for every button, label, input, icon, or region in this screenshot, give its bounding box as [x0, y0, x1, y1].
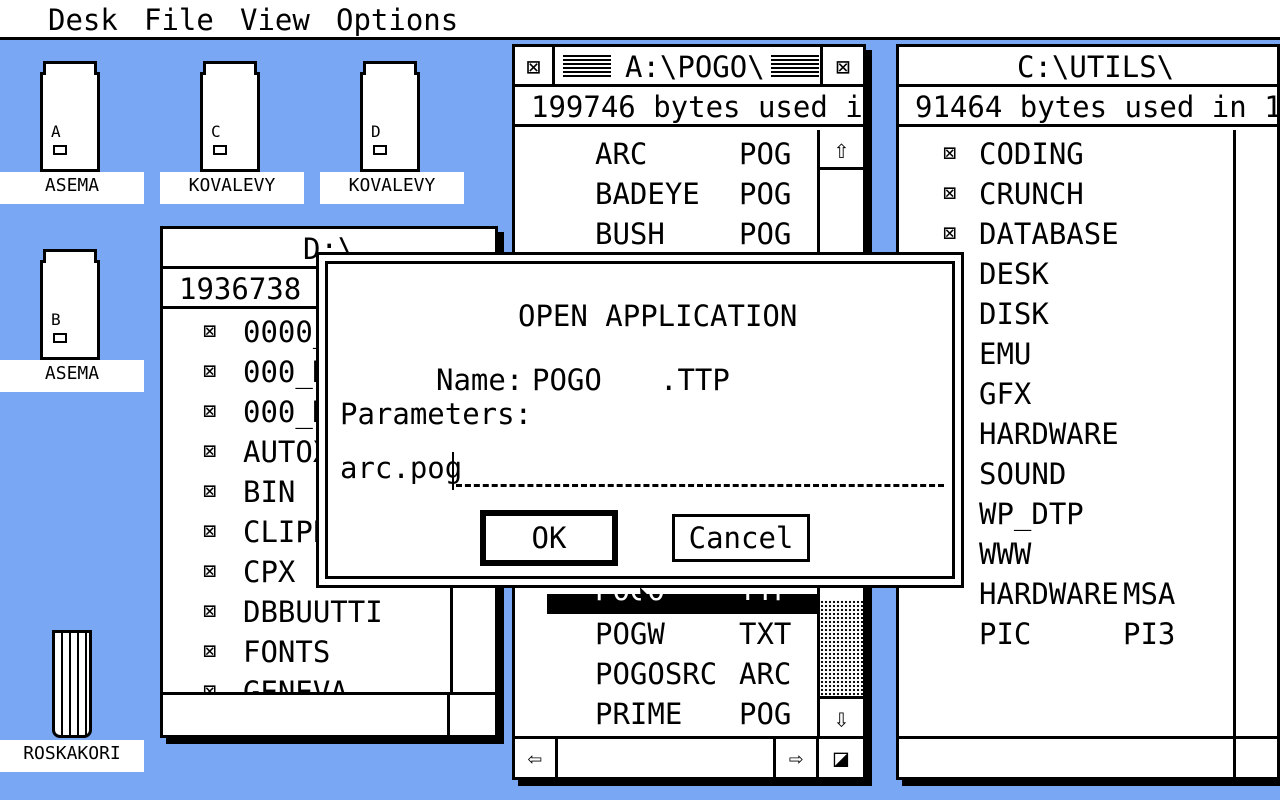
- list-item[interactable]: GFX: [979, 374, 1233, 414]
- list-item[interactable]: ⊠ DATABASE: [943, 214, 1233, 254]
- icon-label: ASEMA: [0, 360, 144, 392]
- list-item[interactable]: WWW: [979, 534, 1233, 574]
- trash-can-icon: [52, 630, 92, 738]
- window-titlebar[interactable]: C:\UTILS\: [899, 47, 1277, 87]
- parameters-label: Parameters:: [340, 397, 533, 431]
- drive-a-icon[interactable]: A ASEMA: [0, 52, 144, 204]
- folder-icon: ⊠: [203, 679, 217, 692]
- icon-label: KOVALEVY: [160, 172, 304, 204]
- icon-label: ROSKAKORI: [0, 740, 144, 772]
- scroll-right-arrow-icon[interactable]: ⇨: [773, 739, 816, 777]
- list-item[interactable]: ⊠ CRUNCH: [943, 174, 1233, 214]
- list-item[interactable]: DESK: [979, 254, 1233, 294]
- close-box-icon[interactable]: ⊠: [515, 47, 555, 87]
- folder-icon: ⊠: [203, 559, 217, 584]
- list-item[interactable]: ⊠ GENEVA: [203, 672, 453, 692]
- menu-desk[interactable]: Desk: [48, 0, 118, 40]
- list-item[interactable]: HARDWARE MSA: [979, 574, 1233, 614]
- window-info-bar: 199746 bytes used in: [515, 87, 863, 127]
- list-item[interactable]: SOUND: [979, 454, 1233, 494]
- menu-file[interactable]: File: [144, 0, 214, 40]
- menu-view[interactable]: View: [240, 0, 310, 40]
- list-item[interactable]: ⊠ DBBUUTTI: [203, 592, 453, 632]
- resize-box-icon[interactable]: ◪: [816, 739, 863, 777]
- folder-icon: ⊠: [203, 359, 217, 384]
- window-titlebar[interactable]: ⊠ A:\POGO\ ⊠: [515, 47, 863, 87]
- list-item[interactable]: POGOSRC ARC: [595, 654, 817, 694]
- list-item[interactable]: POGW TXT: [595, 614, 817, 654]
- folder-icon: ⊠: [943, 141, 957, 166]
- file-drawer-icon: B: [40, 249, 100, 360]
- drive-letter: C: [211, 122, 221, 141]
- folder-icon: ⊠: [203, 319, 217, 344]
- list-item-selected[interactable]: POGO TTP: [547, 594, 817, 614]
- info-text: 199746 bytes used in: [531, 90, 863, 124]
- info-text: 91464 bytes used in 13: [915, 90, 1277, 124]
- trash-icon[interactable]: ROSKAKORI: [0, 620, 144, 772]
- folder-icon: ⊠: [203, 399, 217, 424]
- dialog-frame: OPEN APPLICATION Name: POGO .TTP Paramet…: [325, 261, 955, 579]
- scroll-down-arrow-icon[interactable]: ⇩: [820, 696, 863, 736]
- name-value: POGO: [532, 363, 602, 397]
- drive-c-icon[interactable]: C KOVALEVY: [160, 52, 304, 204]
- list-item[interactable]: PRIME POG: [595, 694, 817, 734]
- parameters-input[interactable]: arc.pog: [340, 448, 948, 492]
- horizontal-scrollbar[interactable]: [899, 736, 1277, 777]
- list-item[interactable]: ⊠ CODING: [943, 134, 1233, 174]
- cancel-button[interactable]: Cancel: [672, 514, 810, 562]
- list-item[interactable]: EMU: [979, 334, 1233, 374]
- window-info-bar: 91464 bytes used in 13: [899, 87, 1277, 127]
- horizontal-scrollbar[interactable]: [163, 692, 495, 735]
- folder-icon: ⊠: [203, 639, 217, 664]
- list-item[interactable]: PIC PI3: [979, 614, 1233, 654]
- folder-icon: ⊠: [203, 519, 217, 544]
- folder-icon: ⊠: [943, 221, 957, 246]
- drive-letter: B: [51, 310, 61, 329]
- file-drawer-icon: C: [200, 61, 260, 172]
- folder-icon: ⊠: [203, 479, 217, 504]
- list-item[interactable]: ARC POG: [595, 134, 817, 174]
- open-application-dialog: OPEN APPLICATION Name: POGO .TTP Paramet…: [316, 252, 964, 588]
- name-extension: .TTP: [660, 363, 730, 397]
- list-item[interactable]: BADEYE POG: [595, 174, 817, 214]
- icon-label: ASEMA: [0, 172, 144, 204]
- fuller-box-icon[interactable]: ⊠: [820, 47, 863, 87]
- scroll-left-arrow-icon[interactable]: ⇦: [515, 739, 558, 777]
- icon-label: KOVALEVY: [320, 172, 464, 204]
- folder-icon: ⊠: [943, 181, 957, 206]
- dialog-title: OPEN APPLICATION: [518, 299, 798, 333]
- scroll-up-arrow-icon[interactable]: ⇧: [820, 130, 863, 170]
- list-item[interactable]: HARDWARE: [979, 414, 1233, 454]
- list-item[interactable]: ⊠ FONTS: [203, 632, 453, 672]
- list-item[interactable]: BUSH POG: [595, 214, 817, 254]
- list-item[interactable]: WP_DTP: [979, 494, 1233, 534]
- vertical-scrollbar[interactable]: [1233, 130, 1277, 736]
- scroll-track[interactable]: [820, 600, 863, 696]
- info-text: 1936738 b: [179, 272, 337, 306]
- list-item[interactable]: DISK: [979, 294, 1233, 334]
- file-drawer-icon: D: [360, 61, 420, 172]
- horizontal-scrollbar[interactable]: ⇦ ⇨ ◪: [515, 736, 863, 777]
- file-drawer-icon: A: [40, 61, 100, 172]
- window-title: C:\UTILS\: [1017, 50, 1175, 84]
- window-title: A:\POGO\: [625, 50, 765, 84]
- drive-letter: D: [371, 122, 381, 141]
- menu-options[interactable]: Options: [336, 0, 458, 40]
- drive-b-icon[interactable]: B ASEMA: [0, 240, 144, 392]
- text-cursor: [452, 452, 454, 490]
- ok-button[interactable]: OK: [480, 510, 618, 566]
- drive-d-icon[interactable]: D KOVALEVY: [320, 52, 464, 204]
- parameters-value: arc.pog: [340, 451, 463, 485]
- drive-letter: A: [51, 122, 61, 141]
- menu-bar: Desk File View Options: [0, 0, 1280, 40]
- folder-icon: ⊠: [203, 599, 217, 624]
- folder-icon: ⊠: [203, 439, 217, 464]
